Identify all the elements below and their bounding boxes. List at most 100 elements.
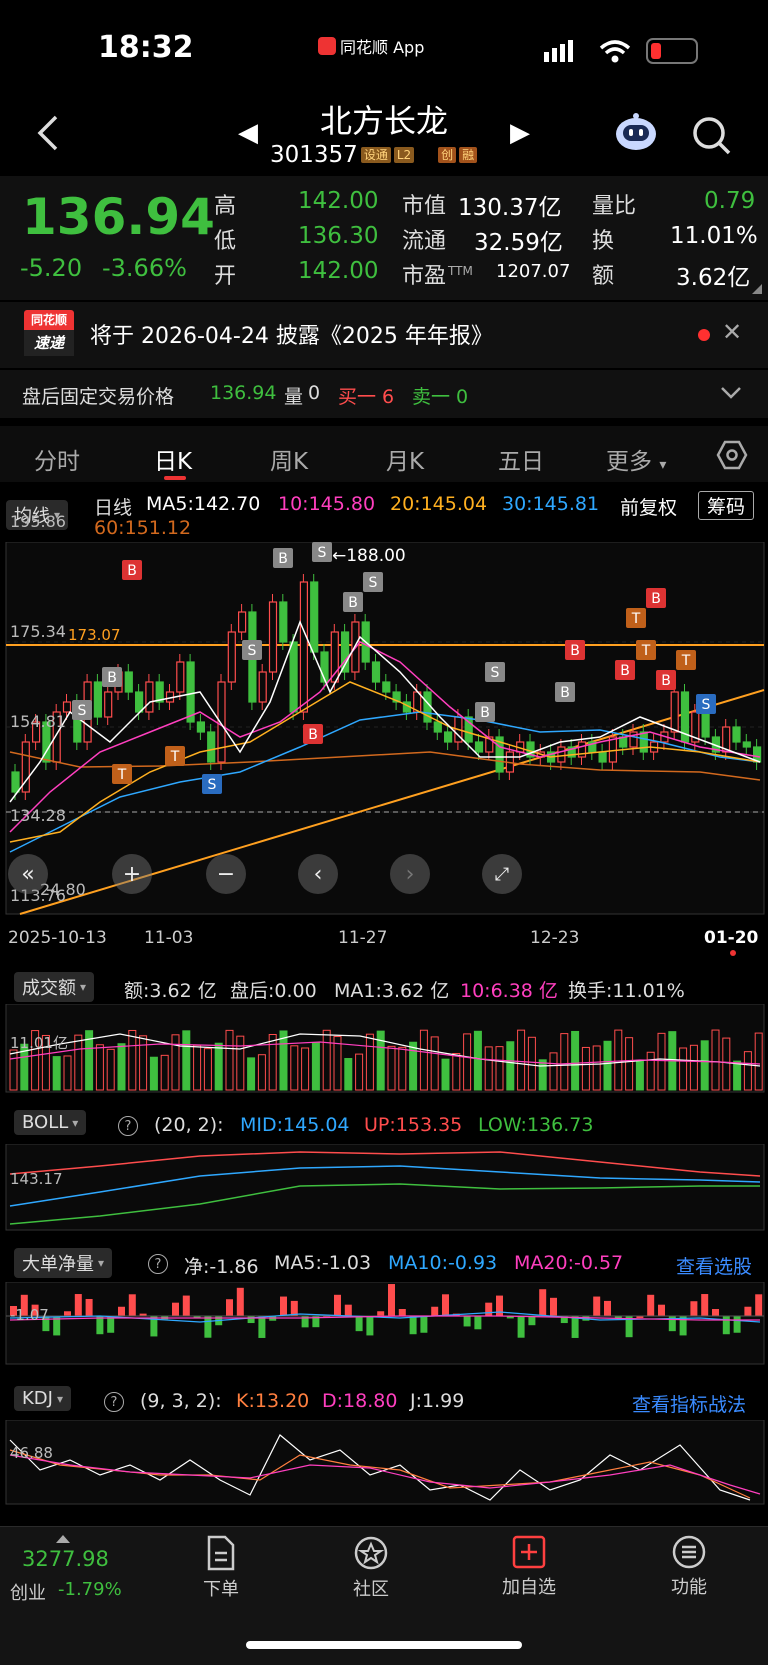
ma-period: 日线 xyxy=(94,497,133,519)
back-icon[interactable] xyxy=(36,114,60,152)
notice-close-icon[interactable]: ✕ xyxy=(722,318,742,346)
volume-select[interactable]: 成交额 ▾ xyxy=(14,972,95,1002)
bigorder-help-icon[interactable]: ? xyxy=(148,1254,168,1274)
chips-button[interactable]: 筹码 xyxy=(698,491,755,520)
y-label-3: 154.81 xyxy=(10,712,66,731)
candle xyxy=(93,681,103,718)
svg-text:T: T xyxy=(631,611,641,627)
boll-up: UP:153.35 xyxy=(364,1114,463,1136)
low-mark-label: 24.80 xyxy=(40,880,86,899)
date-label-4: 12-23 xyxy=(530,928,580,948)
svg-text:S: S xyxy=(78,703,87,719)
afterhours-row: 盘后固定交易价格 136.94 量 0 买一 6 卖一 0 xyxy=(0,370,768,418)
zoom-out-icon[interactable]: − xyxy=(206,854,246,894)
tab-five-day[interactable]: 五日 xyxy=(498,442,544,476)
nav-community[interactable]: 社区 xyxy=(336,1535,406,1601)
kdj-link[interactable]: 查看指标战法 xyxy=(632,1390,746,1417)
peak-label: ←188.00 xyxy=(332,546,406,566)
candle xyxy=(474,741,484,753)
robot-assistant-icon[interactable] xyxy=(614,112,658,152)
svg-text:S: S xyxy=(208,777,217,793)
zoom-in-icon[interactable]: + xyxy=(112,854,152,894)
index-value[interactable]: 3277.98 xyxy=(22,1547,109,1571)
boll-axis-label: 143.17 xyxy=(10,1170,63,1188)
tab-more[interactable]: 更多 ▾ xyxy=(606,442,666,476)
volume-axis-label: 11.01亿 xyxy=(10,1034,68,1052)
chevron-down-icon[interactable] xyxy=(720,386,742,400)
svg-text:B: B xyxy=(620,663,630,679)
candle xyxy=(145,681,154,713)
tab-weekly-k[interactable]: 周K xyxy=(270,442,308,476)
battery-icon xyxy=(646,38,698,64)
stock-title: 北方长龙 xyxy=(320,102,449,140)
candle xyxy=(639,731,648,753)
candle xyxy=(186,661,195,723)
svg-text:B: B xyxy=(651,591,661,607)
svg-text:T: T xyxy=(117,767,127,783)
pe-value: 1207.07 xyxy=(496,261,571,282)
volume-chart xyxy=(5,1004,765,1093)
turnover-value: 11.01% xyxy=(670,223,758,249)
community-star-icon xyxy=(354,1536,388,1570)
candle xyxy=(11,771,20,793)
ma30-value: 30:145.81 xyxy=(502,493,600,515)
kdj-d: D:18.80 xyxy=(322,1390,398,1412)
expand-corner-icon[interactable] xyxy=(752,284,762,294)
settings-hexagon-icon[interactable] xyxy=(716,440,748,470)
amount-label: 额 xyxy=(592,264,615,289)
svg-text:T: T xyxy=(170,749,180,765)
scroll-right-icon[interactable]: › xyxy=(390,854,430,894)
quote-panel: 136.94 -5.20 -3.66% 高 142.00 低 136.30 开 … xyxy=(0,176,768,300)
svg-text:S: S xyxy=(318,545,327,561)
candle xyxy=(732,726,741,743)
stock-code-row: 301357 设通 L2 创 融 xyxy=(270,142,478,168)
bigorder-link[interactable]: 查看选股 xyxy=(676,1252,752,1279)
candle xyxy=(701,711,710,738)
boll-mid: MID:145.04 xyxy=(240,1114,350,1136)
volume-after: 盘后:0.00 xyxy=(230,980,317,1002)
adjust-mode[interactable]: 前复权 xyxy=(620,493,677,520)
prev-stock-button[interactable]: ◀ xyxy=(238,118,258,148)
float-label: 流通 xyxy=(402,229,447,254)
price-change-pct: -3.66% xyxy=(102,254,187,282)
candle xyxy=(176,661,185,693)
kdj-help-icon[interactable]: ? xyxy=(104,1392,124,1412)
boll-select[interactable]: BOLL ▾ xyxy=(14,1110,87,1135)
notice-bar[interactable]: 同花顺 速递 将于 2026-04-24 披露《2025 年年报》 ✕ xyxy=(0,302,768,368)
y-label-top: 195.86 xyxy=(10,512,66,531)
tab-fenshi[interactable]: 分时 xyxy=(34,442,80,476)
bigorder-net: 净:-1.86 xyxy=(184,1256,259,1278)
nav-functions[interactable]: 功能 xyxy=(654,1535,724,1599)
scroll-left-fast-icon[interactable]: « xyxy=(8,854,48,894)
svg-text:B: B xyxy=(308,727,318,743)
candle xyxy=(124,671,133,693)
date-label-3: 11-27 xyxy=(338,928,388,948)
candle xyxy=(341,631,350,673)
scroll-left-icon[interactable]: ‹ xyxy=(298,854,338,894)
nav-add-watchlist[interactable]: 加自选 xyxy=(494,1535,564,1599)
bigorder-select[interactable]: 大单净量 ▾ xyxy=(14,1248,113,1278)
svg-text:B: B xyxy=(560,685,570,701)
fullscreen-icon[interactable]: ⤢ xyxy=(482,854,522,894)
tab-monthly-k[interactable]: 月K xyxy=(386,442,424,476)
svg-text:B: B xyxy=(661,673,671,689)
next-stock-button[interactable]: ▶ xyxy=(510,118,530,148)
vr-label: 量比 xyxy=(592,194,637,219)
nav-add-watchlist-label: 加自选 xyxy=(502,1577,556,1598)
ma60-value: 60:151.12 xyxy=(94,517,192,539)
candle xyxy=(196,721,205,733)
status-time: 18:32 xyxy=(98,30,194,65)
svg-text:S: S xyxy=(369,575,378,591)
low-label: 低 xyxy=(214,229,237,254)
ma10-value: 10:145.80 xyxy=(278,493,376,515)
candle xyxy=(227,631,236,683)
y-label-4: 134.28 xyxy=(10,806,66,825)
candle xyxy=(742,741,751,748)
last-price: 136.94 xyxy=(22,188,215,246)
boll-help-icon[interactable]: ? xyxy=(118,1116,138,1136)
kdj-select[interactable]: KDJ ▾ xyxy=(14,1386,72,1411)
tab-daily-k[interactable]: 日K xyxy=(154,442,192,476)
volume-ma1: MA1:3.62 亿 xyxy=(334,980,450,1002)
nav-order[interactable]: 下单 xyxy=(186,1535,256,1601)
search-icon[interactable] xyxy=(692,116,732,156)
